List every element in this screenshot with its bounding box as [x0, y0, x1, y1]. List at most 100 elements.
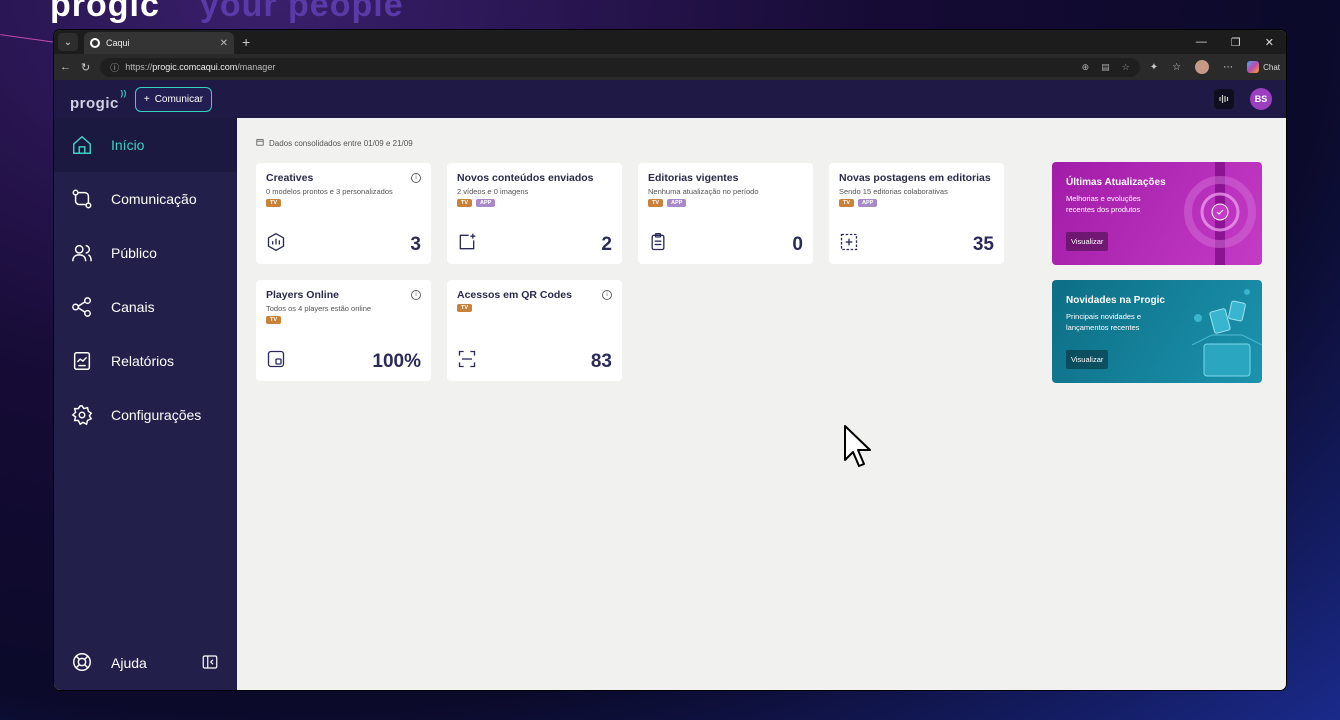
url-scheme: https://: [125, 62, 153, 72]
info-icon[interactable]: i: [411, 173, 421, 183]
tab-favicon-icon: [90, 38, 100, 48]
promo-visualizar-button[interactable]: Visualizar: [1066, 232, 1109, 251]
promo-ultimas-atualizacoes[interactable]: Últimas Atualizações Melhorias e evoluçõ…: [1052, 162, 1262, 265]
browser-tab[interactable]: Caqui ✕: [84, 32, 234, 54]
url-actions: ⊕ ▤ ☆: [1082, 62, 1130, 73]
qr-scan-icon: [457, 349, 477, 369]
card-players-online[interactable]: Players Online i Todos os 4 players estã…: [256, 280, 431, 381]
sidebar-item-inicio[interactable]: Início: [54, 118, 237, 172]
sidebar-item-relatorios[interactable]: Relatórios: [54, 334, 237, 388]
card-creatives[interactable]: Creatives i 0 modelos prontos e 3 person…: [256, 163, 431, 264]
card-title: Creatives: [266, 172, 314, 184]
url-path: /manager: [237, 62, 276, 72]
card-title: Novas postagens em editorias: [839, 172, 991, 184]
window-controls: — ❐ ✕: [1196, 36, 1274, 49]
card-badges: TV APP: [648, 199, 803, 207]
sidebar-item-label: Canais: [111, 299, 155, 315]
tab-close-icon[interactable]: ✕: [220, 38, 228, 49]
collapse-sidebar-icon[interactable]: [201, 653, 219, 674]
comunicar-button[interactable]: + Comunicar: [134, 86, 213, 112]
url-host: progic.comcaqui.com: [152, 62, 238, 72]
zoom-icon[interactable]: ⊕: [1082, 62, 1090, 73]
copilot-button[interactable]: Chat: [1247, 61, 1280, 73]
sidebar: Início Comunicação Público Canais Relató…: [54, 118, 237, 690]
card-title: Acessos em QR Codes: [457, 289, 572, 301]
promo-visualizar-button[interactable]: Visualizar: [1066, 350, 1109, 369]
promo-novidades[interactable]: Novidades na Progic Principais novidades…: [1052, 280, 1262, 383]
info-icon[interactable]: i: [411, 290, 421, 300]
reload-icon[interactable]: ↻: [81, 61, 90, 74]
reader-icon[interactable]: ▤: [1101, 62, 1110, 73]
badge-tv: TV: [839, 199, 855, 207]
background-brand-text: progic: [50, 0, 160, 24]
site-info-icon[interactable]: ⓘ: [110, 61, 119, 74]
profile-avatar[interactable]: [1195, 60, 1210, 74]
badge-tv: TV: [457, 304, 473, 312]
card-value: 35: [972, 234, 994, 255]
clipboard-icon: [648, 232, 668, 252]
minimize-icon[interactable]: —: [1196, 36, 1207, 49]
extensions-icon[interactable]: ✦: [1150, 62, 1158, 73]
browser-window: ⌄ Caqui ✕ + — ❐ ✕ ← ↻ ⓘ https://progic.c…: [54, 30, 1286, 690]
background-tagline: your people: [199, 0, 404, 24]
url-text: https://progic.comcaqui.com/manager: [125, 62, 275, 72]
news-box-deco-icon: [1191, 289, 1262, 377]
card-novas-postagens[interactable]: Novas postagens em editorias Sendo 15 ed…: [829, 163, 1004, 264]
favorites-icon[interactable]: ☆: [1172, 62, 1181, 73]
sidebar-item-label: Configurações: [111, 407, 202, 423]
date-range-text: Dados consolidados entre 01/09 e 21/09: [269, 138, 413, 148]
restore-icon[interactable]: ❐: [1231, 36, 1241, 49]
url-field[interactable]: ⓘ https://progic.comcaqui.com/manager ⊕ …: [100, 57, 1140, 77]
calendar-icon: [256, 138, 264, 148]
sidebar-item-label: Comunicação: [111, 191, 197, 207]
gear-icon: [71, 404, 93, 426]
background-line: [0, 34, 56, 43]
sidebar-item-configuracoes[interactable]: Configurações: [54, 388, 237, 442]
card-subtitle: 0 modelos prontos e 3 personalizados: [266, 187, 393, 196]
sidebar-footer: Ajuda: [54, 636, 237, 690]
card-badges: TV: [457, 304, 612, 312]
more-icon[interactable]: ⋯: [1223, 62, 1233, 73]
new-tab-icon[interactable]: +: [242, 34, 250, 50]
favorite-star-icon[interactable]: ☆: [1122, 62, 1130, 73]
plus-icon: +: [143, 93, 150, 105]
sidebar-item-comunicacao[interactable]: Comunicação: [54, 172, 237, 226]
card-value: 100%: [372, 351, 421, 372]
tab-title: Caqui: [106, 38, 130, 48]
sidebar-item-canais[interactable]: Canais: [54, 280, 237, 334]
copilot-icon: [1247, 61, 1260, 73]
tab-list-chevron-icon[interactable]: ⌄: [58, 33, 78, 51]
card-qr-codes[interactable]: Acessos em QR Codes i TV 83: [447, 280, 622, 381]
help-lifebuoy-icon[interactable]: [71, 651, 93, 676]
card-value: 0: [792, 234, 803, 255]
card-title: Players Online: [266, 289, 339, 301]
card-novos-conteudos[interactable]: Novos conteúdos enviados 2 vídeos e 0 im…: [447, 163, 622, 264]
badge-tv: TV: [648, 199, 664, 207]
creative-hexagon-icon: [266, 232, 286, 252]
window-close-icon[interactable]: ✕: [1265, 36, 1274, 49]
card-badges: TV: [266, 316, 421, 324]
main-content: Dados consolidados entre 01/09 e 21/09 C…: [237, 118, 1286, 690]
progic-logo[interactable]: progic)): [70, 89, 126, 112]
card-value: 2: [601, 234, 612, 255]
sidebar-item-publico[interactable]: Público: [54, 226, 237, 280]
sound-bars-icon[interactable]: [1214, 89, 1234, 109]
card-subtitle: Todos os 4 players estão online: [266, 304, 372, 313]
back-icon[interactable]: ←: [60, 61, 71, 73]
card-badges: TV APP: [457, 199, 612, 207]
app-header: progic)) + Comunicar BS: [54, 80, 1286, 118]
stats-grid: Creatives i 0 modelos prontos e 3 person…: [256, 163, 1004, 381]
info-icon[interactable]: i: [602, 290, 612, 300]
tab-bar: ⌄ Caqui ✕ + — ❐ ✕: [54, 30, 1286, 54]
browser-extensions: ✦ ☆ ⋯ Chat: [1150, 60, 1280, 74]
card-subtitle: 2 vídeos e 0 imagens: [457, 187, 529, 196]
user-avatar[interactable]: BS: [1250, 88, 1272, 110]
copilot-label: Chat: [1263, 62, 1280, 72]
card-editorias-vigentes[interactable]: Editorias vigentes Nenhuma atualização n…: [638, 163, 813, 264]
chart-icon: [71, 350, 93, 372]
badge-app: APP: [667, 199, 687, 207]
help-link[interactable]: Ajuda: [111, 655, 147, 671]
card-title: Editorias vigentes: [648, 172, 739, 184]
player-screen-icon: [266, 349, 286, 369]
card-badges: TV: [266, 199, 421, 207]
